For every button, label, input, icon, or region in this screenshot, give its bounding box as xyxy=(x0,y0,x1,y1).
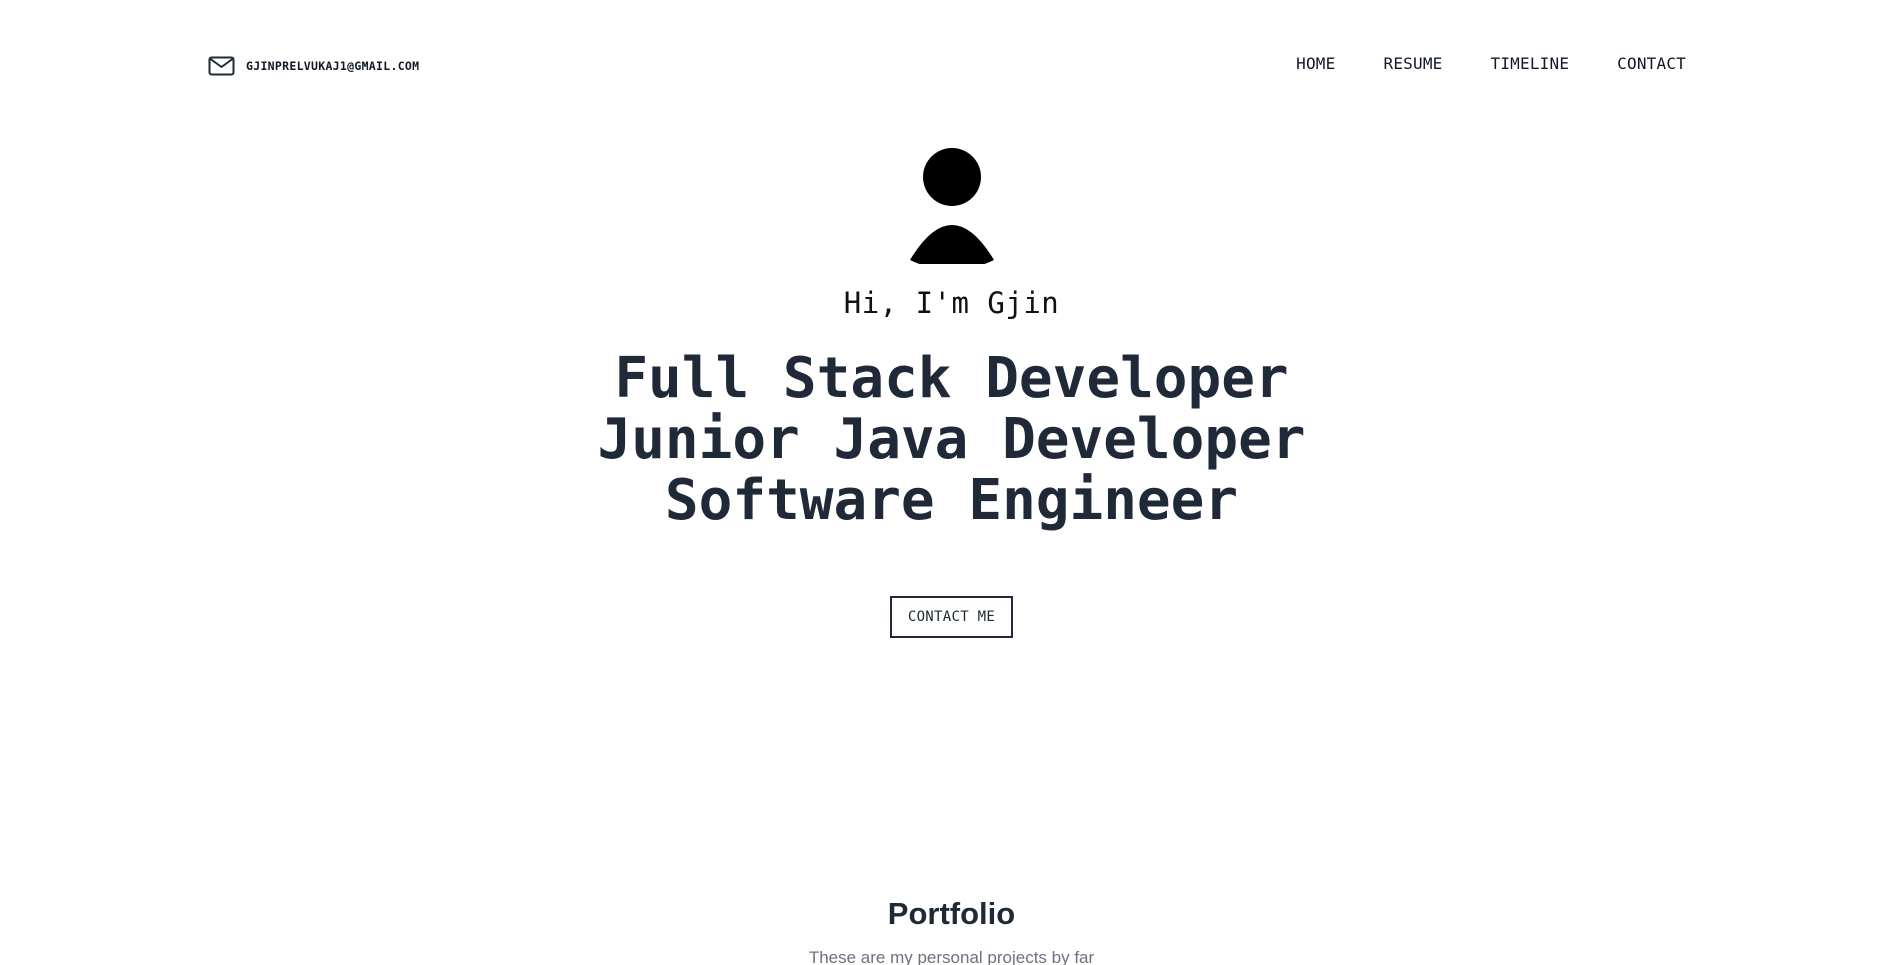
portfolio-subtitle: These are my personal projects by far xyxy=(808,948,1095,965)
nav-timeline[interactable]: TIMELINE xyxy=(1490,54,1569,73)
hero-section: Hi, I'm Gjin Full Stack Developer Junior… xyxy=(0,140,1903,638)
email-address[interactable]: GJINPRELVUKAJ1@GMAIL.COM xyxy=(246,59,419,73)
portfolio-title: Portfolio xyxy=(887,896,1016,931)
role-line: Full Stack Developer xyxy=(614,346,1289,411)
user-avatar-icon xyxy=(909,148,994,264)
main-nav: HOME RESUME TIMELINE CONTACT xyxy=(1296,54,1686,73)
greeting-text: Hi, I'm Gjin xyxy=(843,286,1060,320)
email-contact[interactable]: GJINPRELVUKAJ1@GMAIL.COM xyxy=(208,54,419,78)
roles-heading: Full Stack Developer Junior Java Develop… xyxy=(0,348,1903,531)
mail-icon xyxy=(208,56,235,76)
role-line: Junior Java Developer xyxy=(597,407,1306,472)
role-line: Software Engineer xyxy=(664,468,1239,533)
nav-contact[interactable]: CONTACT xyxy=(1617,54,1686,73)
nav-resume[interactable]: RESUME xyxy=(1383,54,1442,73)
contact-me-button[interactable]: CONTACT ME xyxy=(889,596,1014,638)
nav-home[interactable]: HOME xyxy=(1296,54,1335,73)
site-header: GJINPRELVUKAJ1@GMAIL.COM HOME RESUME TIM… xyxy=(0,0,1903,130)
portfolio-section: Portfolio These are my personal projects… xyxy=(0,896,1903,965)
